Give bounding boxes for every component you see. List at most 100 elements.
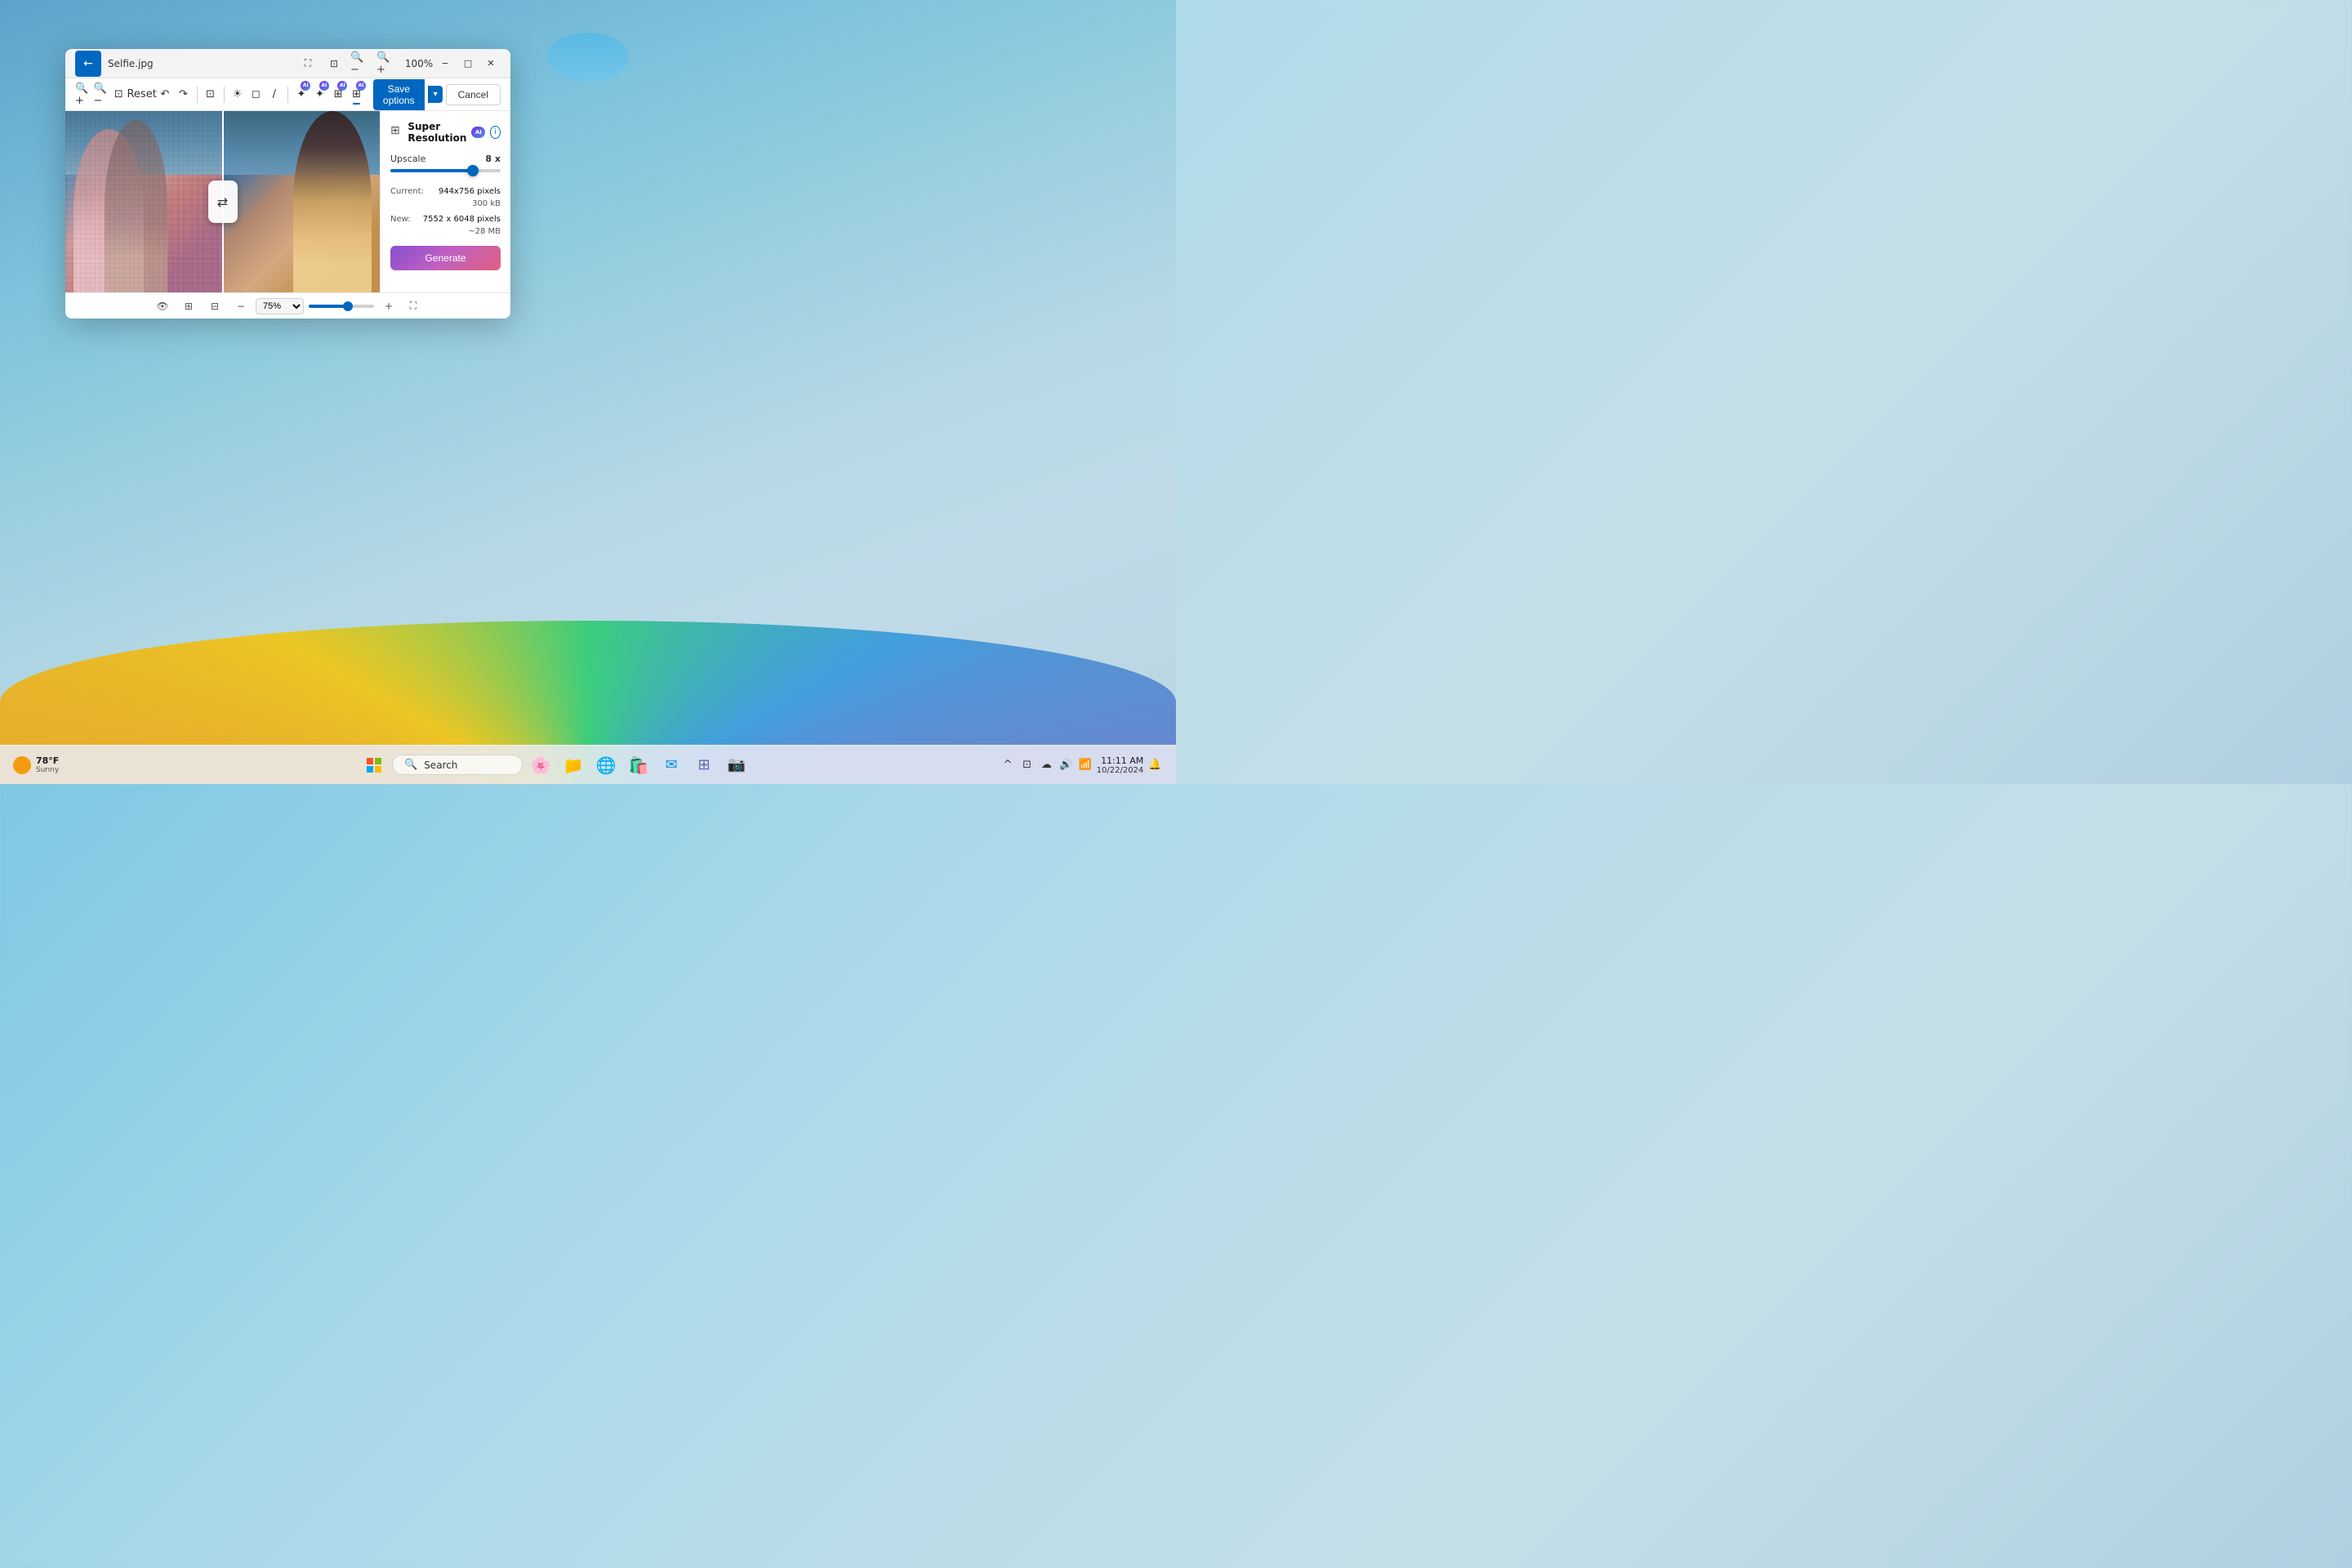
fit-icon: ⊡ [114, 88, 123, 100]
bell-icon: 🔔 [1148, 759, 1161, 771]
taskbar-files-app[interactable]: 📁 [559, 751, 588, 780]
super-resolution-button[interactable]: ⊞ AI [350, 83, 363, 106]
fit-window-icon[interactable]: ⊡ [324, 54, 344, 74]
compare-button[interactable]: ⊟ [205, 296, 225, 316]
super-resolution-panel-icon: ⊞ [390, 124, 403, 140]
weather-widget[interactable]: 78°F Sunny [13, 755, 59, 774]
taskbar-store-app[interactable]: 🛍️ [624, 751, 653, 780]
person-3-silhouette [293, 111, 372, 292]
zoom-control: − 75% 100% 50% + ⛶ [231, 296, 423, 316]
layers-icon: ⊞ [185, 301, 193, 312]
mail-icon: ✉ [665, 756, 677, 773]
image-before [65, 111, 223, 292]
ai-badge-super-res: AI [356, 81, 366, 91]
generative-erase-button[interactable]: ✦ AI [313, 83, 327, 106]
edge-icon: 🌐 [596, 755, 617, 775]
upscale-slider[interactable] [390, 169, 501, 172]
split-handle[interactable]: ⇄ [208, 180, 238, 223]
wifi-icon: ⊡ [1022, 759, 1031, 771]
fullscreen-status-button[interactable]: ⛶ [403, 296, 423, 316]
zoom-in-title-button[interactable]: 🔍+ [376, 54, 396, 74]
undo-button[interactable]: ↶ [158, 83, 172, 106]
remove-bg-button[interactable]: ✦ AI [295, 83, 309, 106]
erase-button[interactable]: ◻ [249, 83, 263, 106]
close-button[interactable]: ✕ [481, 54, 501, 74]
show-hidden-icons-button[interactable]: ^ [1000, 757, 1016, 773]
generate-button[interactable]: Generate [390, 246, 501, 270]
restyle-button[interactable]: ⊞ AI [332, 83, 345, 106]
layers-button[interactable]: ⊞ [179, 296, 198, 316]
taskbar-mail-app[interactable]: ✉ [657, 751, 686, 780]
taskbar-teams-app[interactable]: ⊞ [689, 751, 719, 780]
redo-button[interactable]: ↷ [176, 83, 190, 106]
search-label: Search [424, 760, 457, 771]
info-button[interactable]: i [490, 126, 501, 139]
ai-badge-remove-bg: AI [301, 81, 310, 91]
start-button[interactable] [359, 751, 389, 780]
image-area: ⇄ [65, 111, 380, 292]
back-icon: ← [83, 57, 93, 70]
adjust-button[interactable]: ☀ [230, 83, 244, 106]
taskbar-center: 🔍 Search 🌸 📁 🌐 🛍️ ✉ ⊞ 📷 [111, 751, 1000, 780]
reset-button[interactable]: Reset [131, 83, 154, 106]
notification-icon[interactable]: 🔔 [1147, 757, 1163, 773]
back-button[interactable]: ← [75, 51, 101, 77]
new-filesize-value: ~28 MB [468, 227, 501, 236]
content-area: ⇄ ⊞ Super Resolution AI i Upscale [65, 111, 510, 292]
panel-header: ⊞ Super Resolution AI i [390, 121, 501, 144]
maximize-button[interactable]: □ [458, 54, 478, 74]
wifi-status-icon[interactable]: 📶 [1077, 757, 1094, 773]
window-title: Selfie.jpg [108, 58, 298, 69]
fullscreen-icon: ⛶ [410, 300, 416, 312]
reset-label: Reset [127, 88, 156, 100]
undo-icon: ↶ [160, 88, 169, 100]
zoom-out-title-button[interactable]: 🔍− [350, 54, 370, 74]
crop-button[interactable]: ⊡ [203, 83, 217, 106]
save-options-dropdown-button[interactable]: ▾ [428, 86, 443, 103]
search-bar[interactable]: 🔍 Search [392, 755, 523, 775]
ai-text: AI [475, 129, 482, 136]
zoom-slider[interactable] [309, 305, 374, 308]
zoom-in-button[interactable]: 🔍+ [75, 83, 89, 106]
zoom-in-status-button[interactable]: + [379, 296, 399, 316]
upscale-value: 8 x [485, 154, 501, 164]
onedrive-icon[interactable]: ☁ [1038, 757, 1054, 773]
search-icon: 🔍 [404, 759, 417, 771]
network-icon[interactable]: ⊡ [1019, 757, 1036, 773]
fit-button[interactable]: ⊡ [112, 83, 126, 106]
speaker-icon: 🔊 [1059, 759, 1072, 771]
eye-button[interactable]: 👁 [153, 296, 172, 316]
taskbar-photos-app[interactable]: 🌸 [526, 751, 555, 780]
zoom-in-icon: + [385, 301, 393, 312]
photos-icon: 🌸 [531, 755, 551, 775]
generate-label: Generate [425, 252, 466, 264]
current-label: Current: [390, 187, 424, 196]
fullscreen-icon[interactable]: ⛶ [298, 54, 318, 74]
title-bar: ← Selfie.jpg ⛶ ⊡ 🔍− 🔍+ 100% − □ ✕ [65, 49, 510, 78]
split-image-container: ⇄ [65, 111, 380, 292]
chevron-up-icon: ^ [1003, 759, 1012, 771]
save-options-button[interactable]: Save options [373, 79, 425, 110]
zoom-out-status-button[interactable]: − [231, 296, 251, 316]
time-display[interactable]: 11:11 AM 10/22/2024 [1097, 755, 1144, 775]
zoom-select[interactable]: 75% 100% 50% [256, 298, 304, 314]
taskbar-photos2-app[interactable]: 📷 [722, 751, 751, 780]
current-size-value: 944x756 pixels [439, 187, 501, 196]
zoom-out-button[interactable]: 🔍− [94, 83, 108, 106]
volume-icon[interactable]: 🔊 [1058, 757, 1074, 773]
image-after [223, 111, 381, 292]
split-arrows-icon: ⇄ [217, 194, 228, 210]
minimize-button[interactable]: − [435, 54, 455, 74]
adjust-icon: ☀ [233, 88, 243, 100]
cancel-button[interactable]: Cancel [446, 84, 501, 105]
new-size-row: New: 7552 x 6048 pixels [390, 215, 501, 224]
taskbar-edge-app[interactable]: 🌐 [591, 751, 621, 780]
pixel-overlay [65, 111, 223, 292]
ai-badge-gen-erase: AI [319, 81, 329, 91]
store-icon: 🛍️ [629, 755, 649, 775]
right-panel: ⊞ Super Resolution AI i Upscale 8 x [380, 111, 510, 292]
status-bar: 👁 ⊞ ⊟ − 75% 100% 50% + [65, 292, 510, 318]
status-left-controls: 👁 ⊞ ⊟ [153, 296, 225, 316]
toolbar-divider-3 [287, 87, 288, 103]
draw-button[interactable]: / [268, 83, 282, 106]
